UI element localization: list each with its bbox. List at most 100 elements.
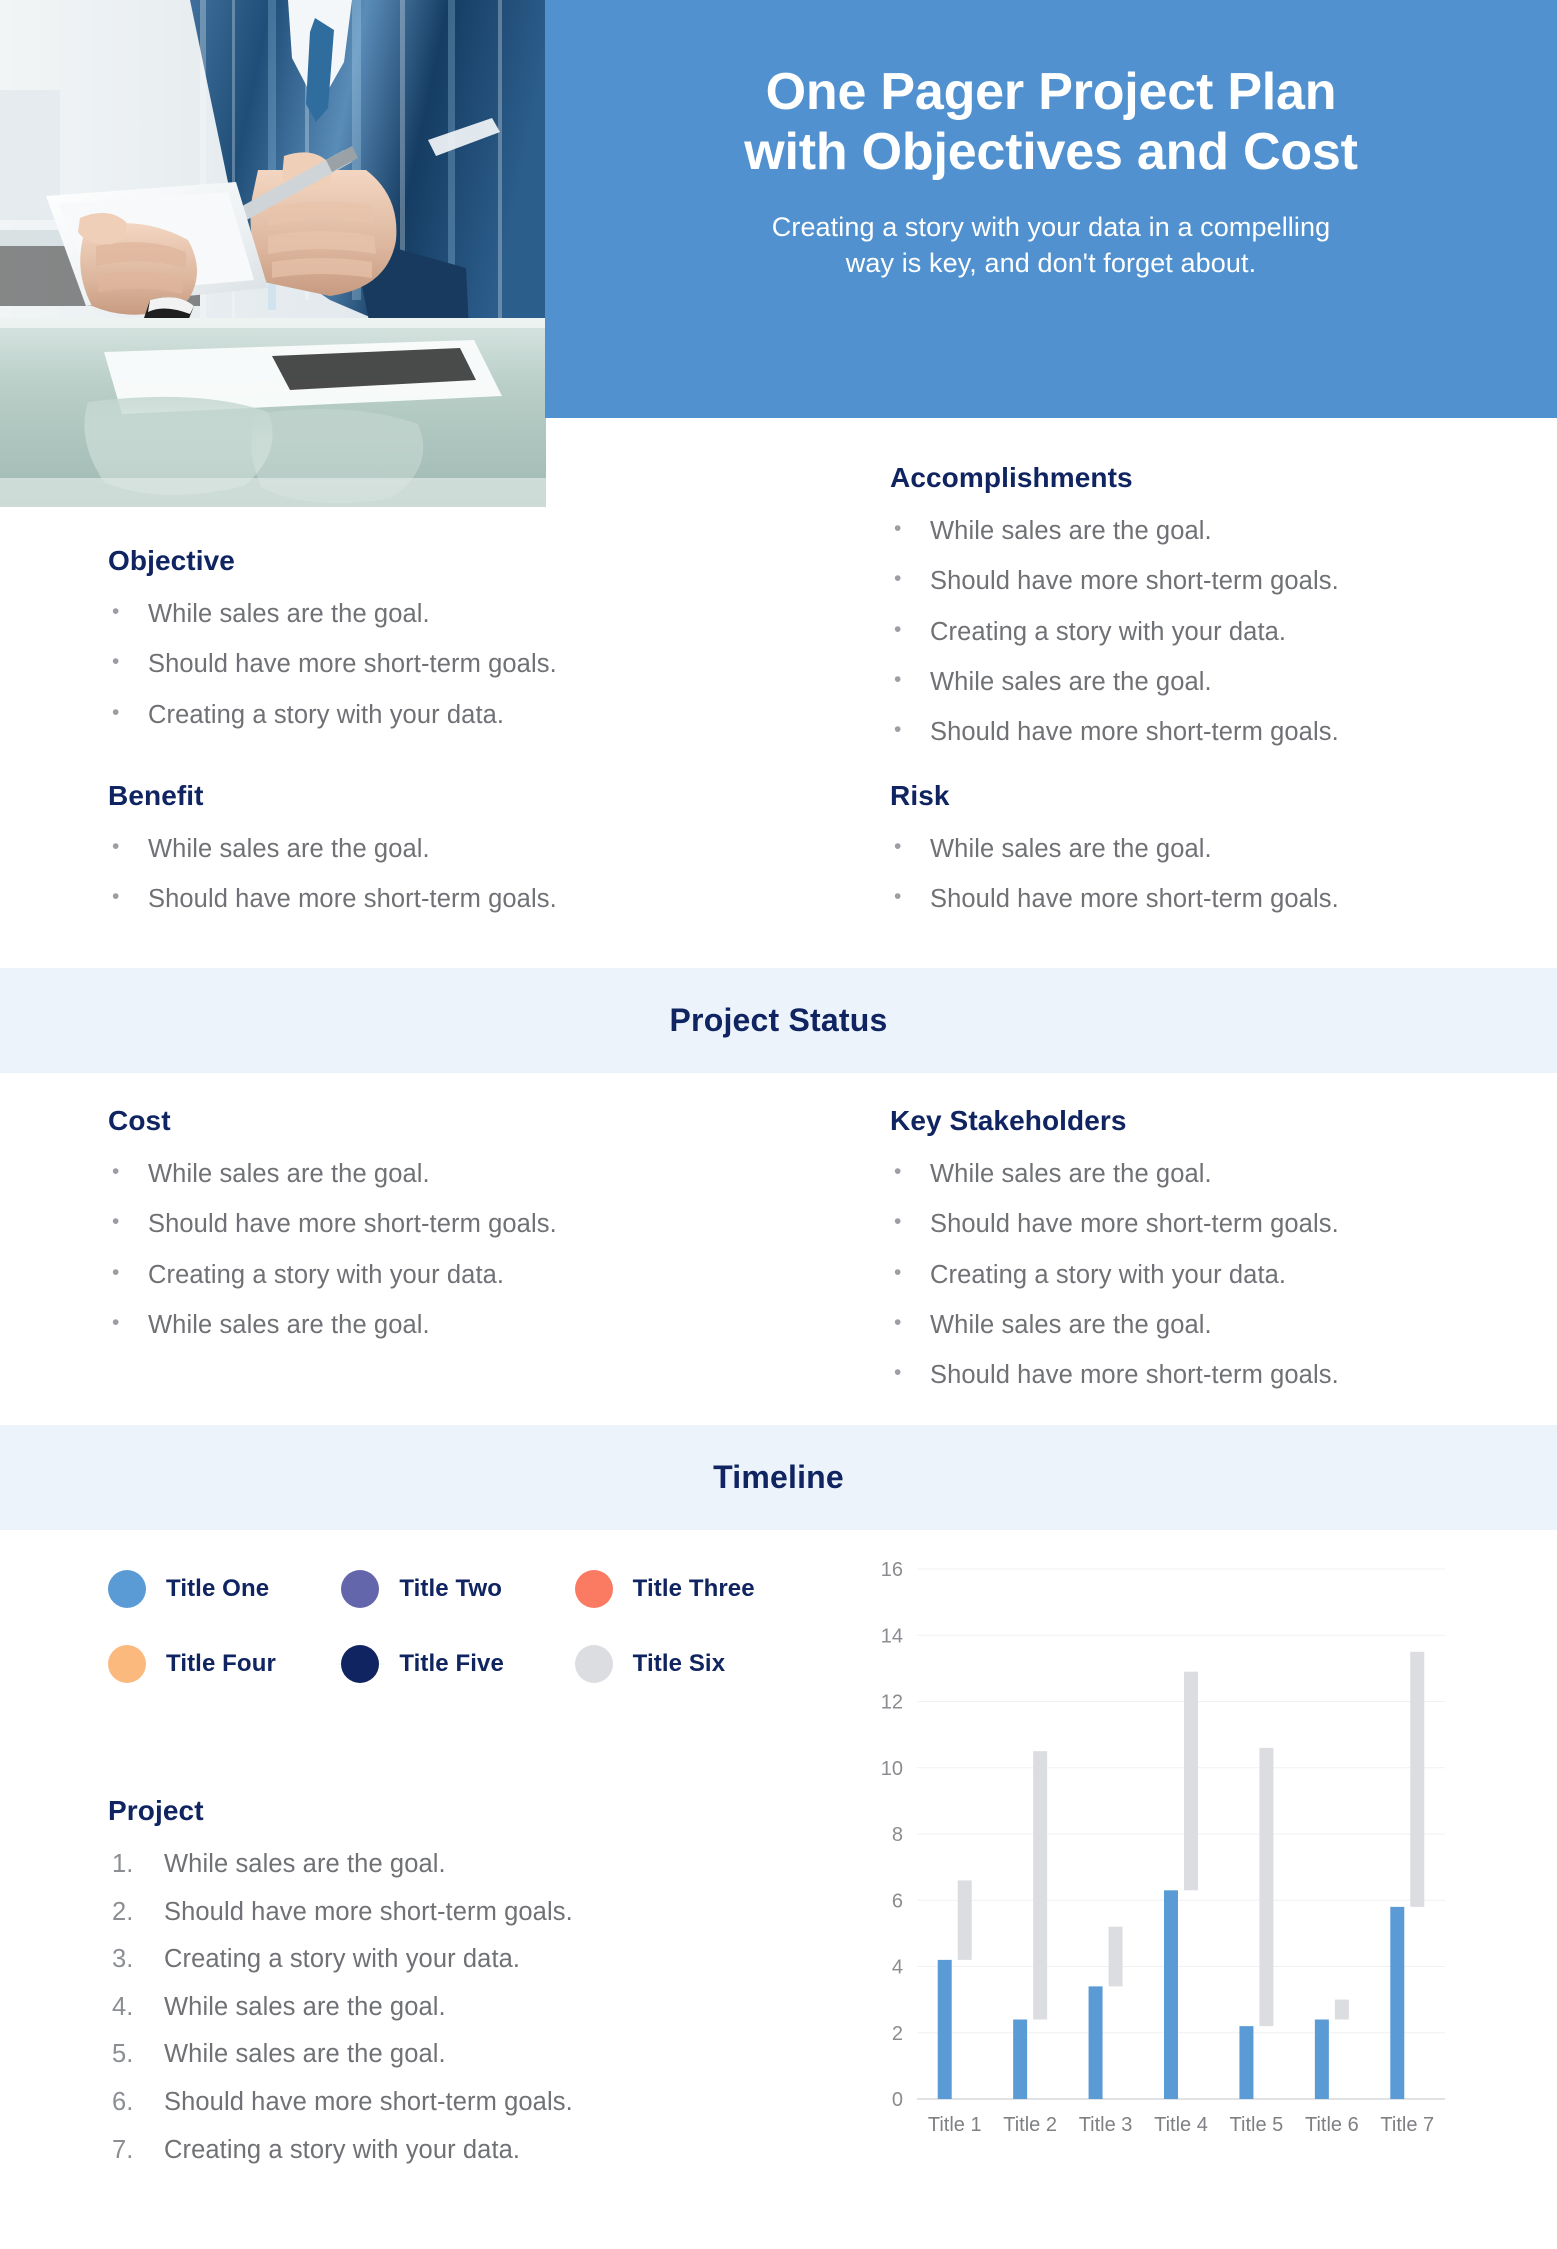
legend-swatch-icon (108, 1570, 146, 1608)
legend-swatch-icon (574, 1570, 613, 1608)
list-item: Should have more short-term goals. (890, 565, 1510, 596)
key-stakeholders-heading: Key Stakeholders (890, 1105, 1127, 1136)
x-axis-tick-label: Title 6 (1305, 2114, 1359, 2136)
y-axis-tick-label: 10 (881, 1758, 903, 1780)
legend-label: Title One (166, 1575, 270, 1602)
y-axis-tick-label: 14 (881, 1625, 903, 1647)
list-item: Should have more short-term goals. (108, 1208, 768, 1239)
list-item: While sales are the goal. (108, 1309, 768, 1340)
list-item: Should have more short-term goals. (112, 1897, 573, 1927)
legend-item-title-four[interactable]: Title Four (108, 1645, 341, 1683)
accomplishments-list: While sales are the goal. Should have mo… (890, 515, 1510, 748)
chart-bar-1-series-six (957, 1880, 972, 1960)
y-axis-tick-label: 6 (892, 1890, 903, 1912)
legend-item-title-one[interactable]: Title One (108, 1570, 341, 1608)
page-subtitle-line2: way is key, and don't forget about. (845, 247, 1257, 278)
risk-section: Risk While sales are the goal. Should ha… (890, 780, 1510, 935)
hero-photo (0, 0, 546, 507)
chart-bar-1-series-one (937, 1959, 952, 2099)
project-status-band: Project Status (0, 968, 1557, 1073)
list-item: While sales are the goal. (890, 666, 1510, 697)
key-stakeholders-list: While sales are the goal. Should have mo… (890, 1158, 1510, 1391)
list-item: While sales are the goal. (112, 2039, 446, 2069)
legend-row: Title One Title Two Title Three (108, 1570, 808, 1608)
legend-swatch-icon (574, 1645, 613, 1683)
list-item: While sales are the goal. (108, 833, 768, 864)
project-heading: Project (108, 1795, 204, 1826)
legend-label: Title Three (632, 1575, 755, 1602)
y-axis-tick-label: 4 (892, 1957, 903, 1979)
legend-item-title-five[interactable]: Title Five (341, 1645, 574, 1683)
x-axis-tick-label: Title 2 (1003, 2114, 1057, 2136)
list-item: Should have more short-term goals. (108, 648, 768, 679)
cost-heading: Cost (108, 1105, 171, 1136)
list-item: Creating a story with your data. (112, 2135, 521, 2165)
x-axis-tick-label: Title 7 (1380, 2114, 1434, 2136)
x-axis-tick-label: Title 4 (1154, 2114, 1208, 2136)
x-axis-tick-label: Title 1 (928, 2114, 982, 2136)
legend-item-title-two[interactable]: Title Two (341, 1570, 574, 1608)
list-item: While sales are the goal. (890, 515, 1510, 546)
list-item: Creating a story with your data. (108, 1259, 768, 1290)
page-subtitle: Creating a story with your data in a com… (772, 209, 1330, 281)
businessman-with-tablet-image (0, 0, 546, 507)
accomplishments-heading: Accomplishments (890, 462, 1133, 493)
legend-item-title-three[interactable]: Title Three (574, 1570, 808, 1608)
chart-bar-6-series-one (1314, 2019, 1329, 2099)
list-item: Creating a story with your data. (890, 1259, 1510, 1290)
list-item: Creating a story with your data. (890, 616, 1510, 647)
x-axis-tick-label: Title 3 (1079, 2114, 1133, 2136)
legend-label: Title Two (399, 1575, 503, 1602)
chart-bar-2-series-six (1033, 1751, 1048, 2020)
list-item: Should have more short-term goals. (108, 883, 768, 914)
list-item: While sales are the goal. (108, 598, 768, 629)
list-item: While sales are the goal. (112, 1992, 446, 2022)
one-pager-document: One Pager Project Plan with Objectives a… (0, 0, 1557, 2249)
list-item: Should have more short-term goals. (890, 1208, 1510, 1239)
page-header: One Pager Project Plan with Objectives a… (545, 0, 1557, 418)
list-item: Should have more short-term goals. (890, 1359, 1510, 1390)
y-axis-tick-label: 12 (881, 1692, 903, 1714)
chart-bar-5-series-six (1259, 1747, 1274, 2027)
chart-bar-4-series-six (1184, 1671, 1198, 1891)
risk-heading: Risk (890, 780, 950, 811)
benefit-heading: Benefit (108, 780, 204, 811)
legend-label: Title Four (166, 1650, 276, 1677)
project-section: Project While sales are the goal. Should… (108, 1795, 808, 2182)
legend-label: Title Five (399, 1650, 504, 1677)
chart-bar-3-series-six (1108, 1926, 1123, 1987)
legend-item-title-six[interactable]: Title Six (574, 1645, 808, 1683)
y-axis-tick-label: 8 (892, 1824, 903, 1846)
list-item: While sales are the goal. (112, 1849, 446, 1879)
project-status-title: Project Status (669, 1002, 888, 1038)
list-item: While sales are the goal. (890, 1309, 1510, 1340)
y-axis-tick-label: 2 (892, 2023, 903, 2045)
chart-bar-3-series-one (1088, 1986, 1103, 2099)
page-title-line2: with Objectives and Cost (744, 123, 1358, 182)
page-title: One Pager Project Plan with Objectives a… (744, 62, 1358, 183)
timeline-band: Timeline (0, 1425, 1557, 1530)
benefit-list: While sales are the goal. Should have mo… (108, 833, 768, 915)
timeline-bar-chart: 0 2 4 6 8 10 12 14 16 Title 1 Title 2 Title 3 Title … (881, 1559, 1445, 2136)
y-axis-tick-label: 16 (881, 1559, 903, 1581)
objective-list: While sales are the goal. Should have mo… (108, 598, 768, 730)
key-stakeholders-section: Key Stakeholders While sales are the goa… (890, 1105, 1510, 1411)
chart-bar-4-series-one (1164, 1890, 1178, 2099)
cost-section: Cost While sales are the goal. Should ha… (108, 1105, 768, 1360)
list-item: While sales are the goal. (890, 1158, 1510, 1189)
timeline-title: Timeline (713, 1459, 844, 1495)
benefit-section: Benefit While sales are the goal. Should… (108, 780, 768, 935)
legend-row: Title Four Title Five Title Six (108, 1645, 808, 1683)
chart-bar-6-series-six (1334, 1999, 1349, 2020)
page-title-line1: One Pager Project Plan (765, 63, 1337, 121)
chart-bar-5-series-one (1239, 2026, 1254, 2099)
list-item: While sales are the goal. (108, 1158, 768, 1189)
risk-list: While sales are the goal. Should have mo… (890, 833, 1510, 915)
accomplishments-section: Accomplishments While sales are the goal… (890, 462, 1510, 768)
list-item: Creating a story with your data. (108, 699, 768, 730)
project-list: While sales are the goal. Should have mo… (108, 1849, 808, 2165)
list-item: Should have more short-term goals. (890, 883, 1510, 914)
chart-bar-2-series-one (1013, 2019, 1028, 2099)
list-item: Should have more short-term goals. (112, 2087, 573, 2117)
list-item: Creating a story with your data. (112, 1944, 521, 1974)
